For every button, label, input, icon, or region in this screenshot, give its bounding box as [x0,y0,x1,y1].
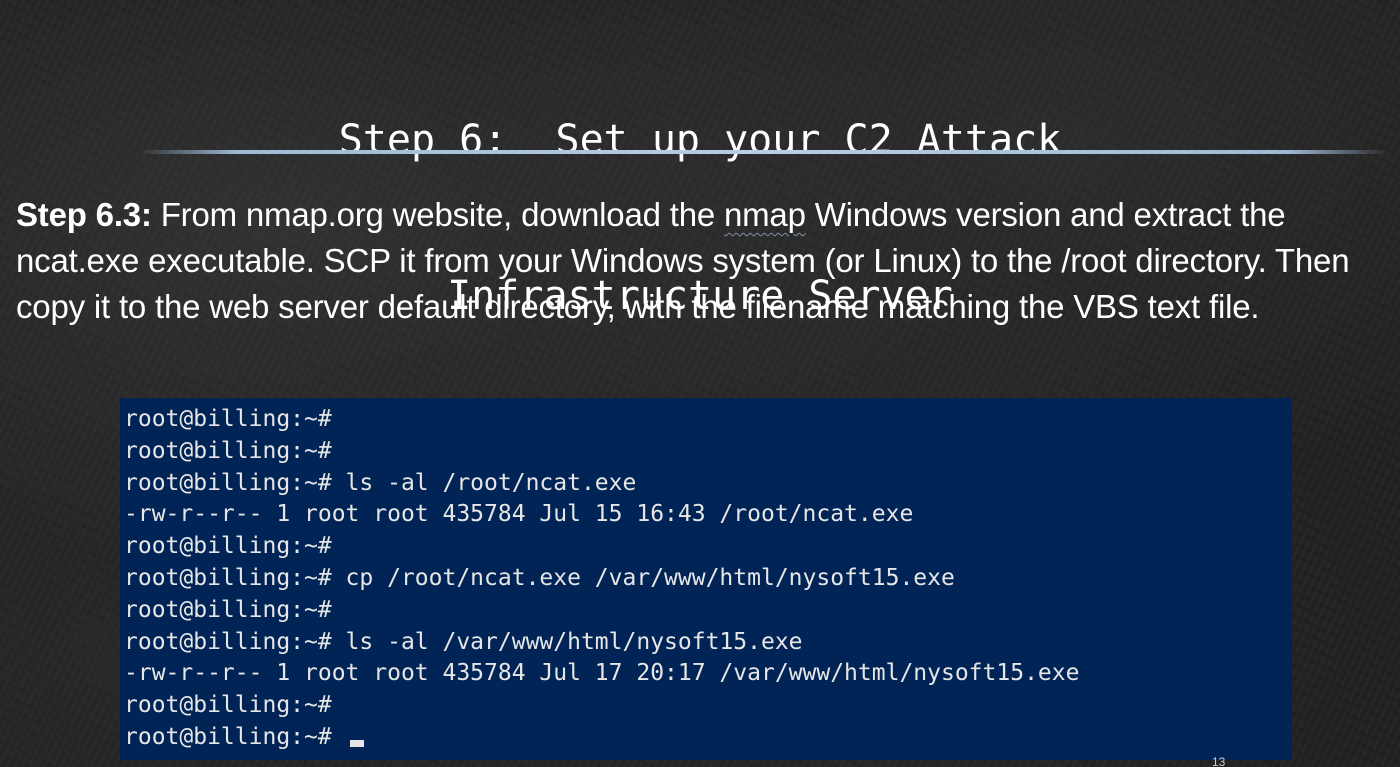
terminal-line: root@billing:~# [124,692,332,719]
title-divider [138,150,1388,154]
instruction-text-part-1: From nmap.org website, download the [151,196,724,233]
terminal-line: root@billing:~# [124,533,332,560]
terminal-line: root@billing:~# ls -al /var/www/html/nys… [124,628,803,655]
terminal-window[interactable]: root@billing:~# root@billing:~# root@bil… [120,398,1292,760]
page-number: 13 [1212,755,1226,767]
terminal-cursor [349,739,364,747]
terminal-line: root@billing:~# [124,406,332,432]
terminal-line: -rw-r--r-- 1 root root 435784 Jul 15 16:… [124,501,914,528]
terminal-line: -rw-r--r-- 1 root root 435784 Jul 17 20:… [124,660,1080,687]
terminal-line: root@billing:~# cp /root/ncat.exe /var/w… [124,564,955,591]
instruction-text: Step 6.3: From nmap.org website, downloa… [16,192,1388,330]
step-label: Step 6.3: [16,196,152,233]
terminal-prompt: root@billing:~# [124,723,346,750]
terminal-line: root@billing:~# [124,596,332,623]
terminal-line: root@billing:~# [124,437,332,464]
spellcheck-flagged-word: nmap [723,196,806,233]
slide-title-line-1: Step 6: Set up your C2 Attack [338,117,1062,163]
terminal-prompt-line[interactable]: root@billing:~# [124,722,1288,754]
terminal-line: root@billing:~# ls -al /root/ncat.exe [124,469,637,496]
